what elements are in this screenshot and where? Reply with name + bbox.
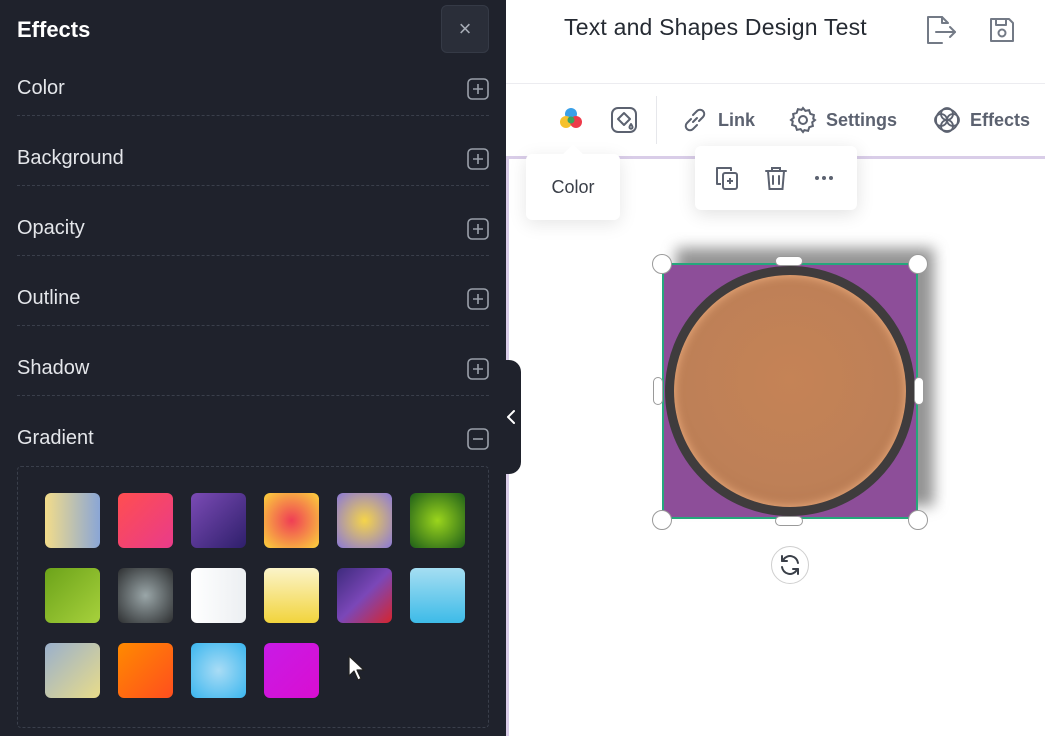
resize-handle-right[interactable] [914,377,924,405]
gradient-swatch[interactable] [264,568,319,623]
settings-button[interactable]: Settings [788,102,897,138]
section-label: Background [17,147,124,169]
resize-handle-top-left[interactable] [652,254,672,274]
export-icon[interactable] [922,12,958,48]
gradient-swatch[interactable] [191,493,246,548]
selection-box [662,263,918,519]
section-gradient[interactable]: Gradient [17,396,489,466]
document-title: Text and Shapes Design Test [564,14,867,40]
gear-icon [789,106,817,134]
element-context-menu [695,146,857,210]
mouse-cursor-icon [348,655,365,681]
section-label: Gradient [17,427,94,449]
effects-panel: Effects × Color Background Opacity Outli… [0,0,506,736]
gradient-swatch[interactable] [337,493,392,548]
color-tooltip: Color [526,154,620,220]
resize-handle-left[interactable] [653,377,663,405]
section-color[interactable]: Color [17,46,489,116]
duplicate-icon[interactable] [711,162,743,194]
toolbar-divider [656,96,657,144]
gradient-swatch[interactable] [264,493,319,548]
delete-icon[interactable] [760,162,792,194]
save-icon[interactable] [984,12,1020,48]
gradient-swatch[interactable] [45,568,100,623]
chevron-left-icon [506,410,515,424]
section-shadow[interactable]: Shadow [17,326,489,396]
panel-title: Effects [17,17,91,42]
close-icon: × [458,16,472,41]
resize-handle-bottom-right[interactable] [908,510,928,530]
plus-icon[interactable] [467,148,489,170]
gradient-swatch[interactable] [45,493,100,548]
link-icon [684,108,706,132]
effects-label: Effects [970,109,1031,130]
gradient-swatch[interactable] [410,493,465,548]
minus-icon[interactable] [467,428,489,450]
plus-icon[interactable] [467,218,489,240]
effects-icon [934,107,960,133]
top-bar: Text and Shapes Design Test [506,0,1045,84]
gradient-swatch[interactable] [410,568,465,623]
section-label: Color [17,77,65,99]
section-label: Shadow [17,357,90,379]
paint-bucket-icon[interactable] [609,102,643,138]
resize-handle-top[interactable] [775,256,803,266]
plus-icon[interactable] [467,358,489,380]
collapse-panel-button[interactable] [500,360,521,474]
gradient-swatch[interactable] [45,643,100,698]
gradient-swatch[interactable] [337,568,392,623]
gradient-swatch[interactable] [191,568,246,623]
settings-label: Settings [826,109,898,130]
effects-button[interactable]: Effects [932,102,1030,138]
tooltip-text: Color [551,176,595,197]
section-outline[interactable]: Outline [17,256,489,326]
gradient-swatch[interactable] [118,568,173,623]
gradient-swatch[interactable] [191,643,246,698]
plus-icon[interactable] [467,78,489,100]
section-opacity[interactable]: Opacity [17,186,489,256]
more-icon[interactable] [808,162,840,194]
resize-handle-bottom-left[interactable] [652,510,672,530]
section-background[interactable]: Background [17,116,489,186]
resize-handle-bottom[interactable] [775,516,803,526]
section-label: Outline [17,287,81,309]
gradient-swatch[interactable] [118,493,173,548]
link-button[interactable]: Link [680,102,755,138]
link-label: Link [718,109,756,130]
resize-handle-top-right[interactable] [908,254,928,274]
rotate-icon[interactable] [771,546,809,584]
gradient-swatches [17,466,489,728]
color-palette-icon[interactable] [556,102,590,138]
gradient-swatch[interactable] [118,643,173,698]
section-label: Opacity [17,217,85,239]
gradient-swatch[interactable] [264,643,319,698]
plus-icon[interactable] [467,288,489,310]
